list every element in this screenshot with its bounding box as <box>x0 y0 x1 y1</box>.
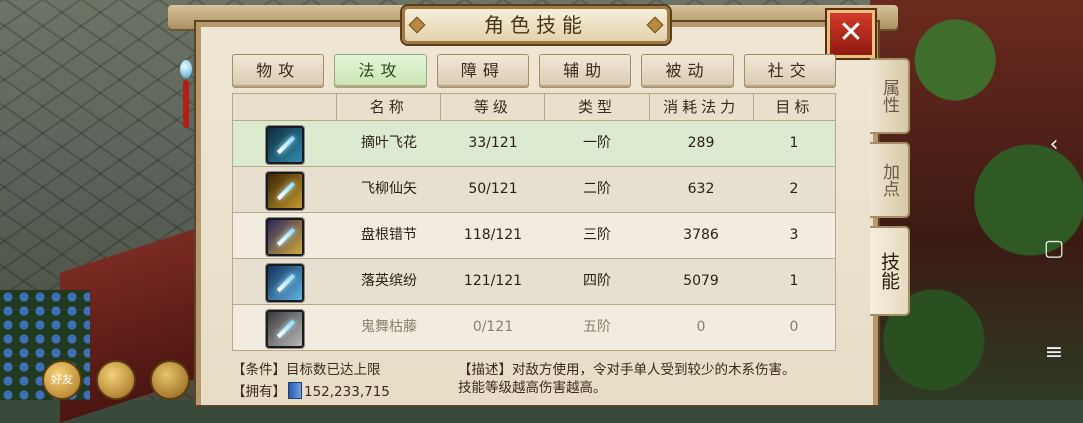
header-icon <box>233 94 338 120</box>
skill-name: 落英缤纷 <box>361 273 417 289</box>
skill-level: 33/121 <box>468 135 518 151</box>
arrow-skill-icon <box>266 172 304 210</box>
bottom-left-toolbar: 好友 <box>42 358 202 400</box>
condition-text: 【条件】目标数已达上限 <box>232 362 381 378</box>
system-navbar: ‹ ▢ ≡ <box>1025 0 1083 400</box>
skill-type: 二阶 <box>583 181 611 197</box>
menu-icon[interactable]: ≡ <box>1039 338 1069 368</box>
skill-mana: 3786 <box>683 227 719 243</box>
skill-name: 鬼舞枯藤 <box>361 319 417 335</box>
skill-mana: 289 <box>687 135 715 151</box>
skill-type: 五阶 <box>583 319 611 335</box>
skill-target: 1 <box>789 135 799 151</box>
chat-icon[interactable] <box>96 360 136 400</box>
tab-attributes[interactable]: 属性 <box>870 58 910 134</box>
tab-passive[interactable]: 被动 <box>641 54 734 88</box>
skill-name: 盘根错节 <box>361 227 417 243</box>
owned-value: 152,233,715 <box>304 384 390 400</box>
tab-obstacle[interactable]: 障碍 <box>436 54 529 88</box>
tab-social[interactable]: 社交 <box>743 54 836 88</box>
skill-info-footer: 【条件】目标数已达上限 【拥有】 152,233,715 【描述】对敌方使用，令对… <box>232 356 836 400</box>
tab-magic-attack[interactable]: 法攻 <box>334 54 427 88</box>
blade-skill-icon <box>266 126 304 164</box>
skill-mana: 5079 <box>683 273 719 289</box>
skill-mana: 0 <box>696 319 706 335</box>
title-gem-icon <box>408 16 426 34</box>
skill-level: 121/121 <box>463 273 523 289</box>
title-gem-icon <box>646 16 664 34</box>
table-row[interactable]: 落英缤纷 121/121 四阶 5079 1 <box>232 259 836 305</box>
skill-type: 一阶 <box>583 135 611 151</box>
panel-title-text: 角色技能 <box>484 13 588 37</box>
skill-table: 名称 等级 类型 消耗法力 目标 摘叶飞花 33/121 一阶 289 1 飞柳… <box>232 93 836 351</box>
description-line-1: 【描述】对敌方使用，令对手单人受到较少的木系伤害。 <box>458 362 796 378</box>
header-target: 目标 <box>775 98 814 116</box>
table-row[interactable]: 摘叶飞花 33/121 一阶 289 1 <box>232 121 836 167</box>
skill-target: 0 <box>789 319 799 335</box>
table-row[interactable]: 飞柳仙矢 50/121 二阶 632 2 <box>232 167 836 213</box>
owned-label: 【拥有】 <box>232 384 286 400</box>
tab-add-points[interactable]: 加点 <box>870 142 910 218</box>
skill-level: 0/121 <box>472 319 514 335</box>
header-mana: 消耗法力 <box>650 94 754 120</box>
skill-type: 三阶 <box>583 227 611 243</box>
skill-mana: 632 <box>687 181 715 197</box>
skill-category-tabs: 物攻 法攻 障碍 辅助 被动 社交 <box>232 54 836 88</box>
friends-label: 好友 <box>51 373 73 386</box>
skill-name: 飞柳仙矢 <box>361 181 417 197</box>
description-line-2: 技能等级越高伤害越高。 <box>458 380 607 396</box>
tab-skills[interactable]: 技能 <box>870 226 910 316</box>
home-icon[interactable]: ▢ <box>1039 234 1069 264</box>
table-row[interactable]: 鬼舞枯藤 0/121 五阶 0 0 <box>232 305 836 351</box>
skill-target: 2 <box>789 181 799 197</box>
owned-amount: 【拥有】 152,233,715 <box>232 380 390 400</box>
table-row[interactable]: 盘根错节 118/121 三阶 3786 3 <box>232 213 836 259</box>
header-type: 类型 <box>545 94 650 120</box>
book-icon <box>288 382 302 399</box>
back-icon[interactable]: ‹ <box>1039 130 1069 160</box>
skill-level: 118/121 <box>463 227 523 243</box>
skill-level: 50/121 <box>468 181 518 197</box>
vine-skill-icon <box>266 310 304 348</box>
tab-support[interactable]: 辅助 <box>538 54 632 88</box>
petal-skill-icon <box>266 264 304 302</box>
table-header: 名称 等级 类型 消耗法力 目标 <box>232 93 836 121</box>
skill-type: 四阶 <box>583 273 611 289</box>
side-tabs: 属性 加点 技能 <box>870 58 912 324</box>
root-skill-icon <box>266 218 304 256</box>
close-icon: ✕ <box>838 15 864 50</box>
skill-name: 摘叶飞花 <box>361 135 417 151</box>
lantern-icon <box>176 40 194 130</box>
skill-target: 1 <box>789 273 799 289</box>
skill-target: 3 <box>789 227 799 243</box>
header-level: 等级 <box>441 94 546 120</box>
close-button[interactable]: ✕ <box>827 10 875 58</box>
friends-button[interactable]: 好友 <box>42 360 82 400</box>
panel-title: 角色技能 <box>402 6 670 44</box>
voice-icon[interactable] <box>150 360 190 400</box>
tab-physical-attack[interactable]: 物攻 <box>232 54 325 88</box>
header-name: 名称 <box>337 94 442 120</box>
